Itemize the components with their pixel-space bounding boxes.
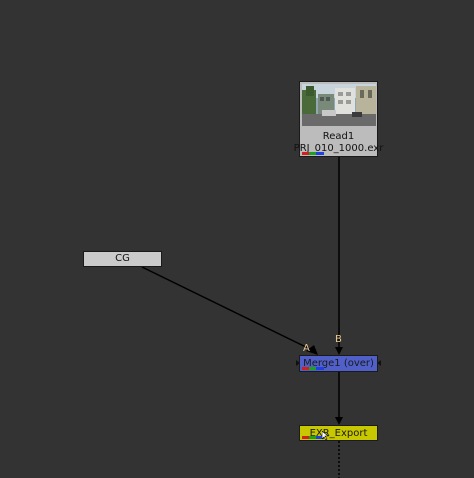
read-channel-green [309, 152, 316, 155]
merge-channel-green [309, 367, 316, 370]
arrow-merge-b [335, 347, 343, 355]
arrow-write-input [335, 417, 343, 425]
node-connections [141, 157, 381, 478]
read-channel-red [302, 152, 309, 155]
merge-node[interactable]: Merge1 (over) [299, 355, 378, 372]
merge-channel-blue [316, 367, 324, 370]
read-node[interactable]: Read1 PRJ_010_1000.exr [294, 81, 383, 157]
write-channel-green [309, 436, 316, 439]
read-channel-blue [316, 152, 324, 155]
read-node-label: Read1 [322, 131, 355, 142]
write-node[interactable]: EXR_Export [299, 425, 378, 441]
merge-channel-red [302, 367, 309, 370]
read-thumbnail [302, 84, 376, 126]
write-channel-red [302, 436, 309, 439]
cg-node[interactable]: CG [83, 251, 162, 267]
wire-cg-to-merge-a [141, 266, 313, 351]
merge-input-b-label: B [335, 334, 342, 345]
node-graph-canvas[interactable]: Read1 PRJ_010_1000.exr CG A B Merge1 (ov… [0, 0, 474, 478]
merge-input-a-label: A [303, 343, 310, 354]
mouse-cursor-icon [322, 431, 329, 441]
